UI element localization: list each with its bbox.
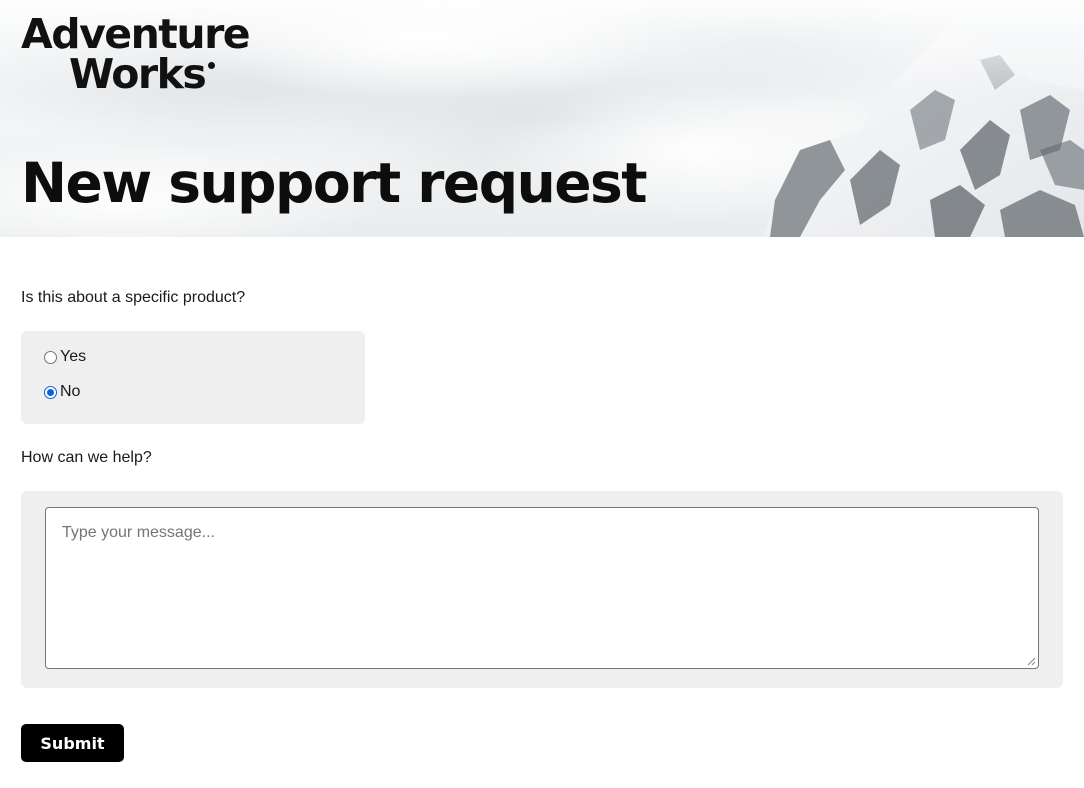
radio-yes-button[interactable] [44, 350, 57, 364]
submit-button[interactable]: Submit [21, 724, 124, 762]
radio-no-button[interactable] [44, 385, 57, 399]
radio-no-label[interactable]: No [60, 383, 80, 401]
product-question-label: Is this about a specific product? [21, 289, 246, 306]
resize-handle-icon[interactable] [1027, 657, 1036, 666]
product-radio-group: Yes No [21, 331, 365, 424]
radio-option-no[interactable]: No [44, 383, 80, 401]
adventure-works-logo: Adventure Works [21, 10, 251, 95]
radio-option-yes[interactable]: Yes [44, 348, 86, 366]
logo-line-2: Works [69, 50, 207, 98]
page-title: New support request [21, 151, 648, 215]
logo-line-1: Adventure [21, 10, 251, 58]
logo-dot-icon [208, 62, 216, 69]
message-placeholder: Type your message... [62, 524, 215, 541]
hero-banner: Adventure Works New support request [0, 0, 1084, 237]
message-textarea[interactable]: Type your message... [45, 507, 1039, 669]
radio-yes-label[interactable]: Yes [60, 348, 86, 366]
help-question-label: How can we help? [21, 449, 152, 466]
message-panel: Type your message... [21, 491, 1063, 688]
